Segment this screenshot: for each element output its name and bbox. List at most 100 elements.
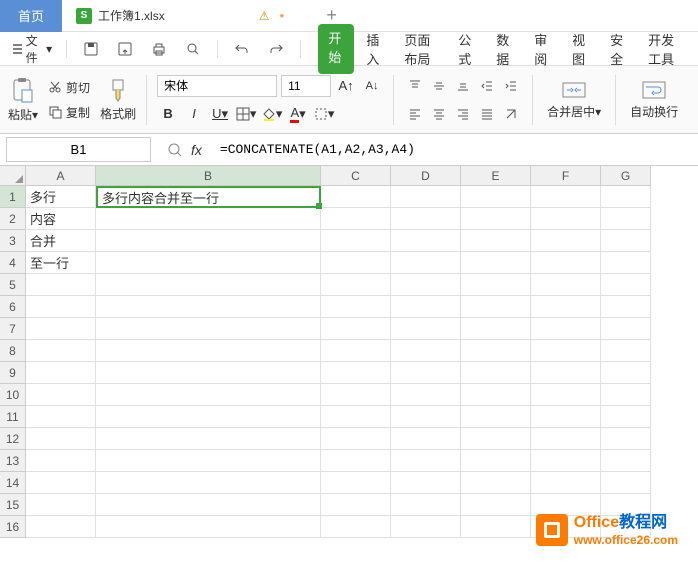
cell[interactable] <box>321 274 391 296</box>
tab-page-layout[interactable]: 页面布局 <box>394 24 446 74</box>
cell[interactable] <box>391 340 461 362</box>
increase-indent-button[interactable] <box>500 75 522 97</box>
cell[interactable] <box>461 450 531 472</box>
tab-insert[interactable]: 插入 <box>356 24 392 74</box>
cell[interactable] <box>531 428 601 450</box>
cell[interactable] <box>461 296 531 318</box>
cell[interactable] <box>531 340 601 362</box>
row-header-1[interactable]: 1 <box>0 186 26 208</box>
cell[interactable] <box>531 208 601 230</box>
cell[interactable] <box>601 252 651 274</box>
cell[interactable] <box>26 450 96 472</box>
cell[interactable] <box>601 318 651 340</box>
cell[interactable] <box>321 494 391 516</box>
font-size-select[interactable] <box>281 75 331 97</box>
cell[interactable] <box>531 362 601 384</box>
cell[interactable] <box>391 274 461 296</box>
row-header-6[interactable]: 6 <box>0 296 26 318</box>
row-header-13[interactable]: 13 <box>0 450 26 472</box>
tab-data[interactable]: 数据 <box>486 24 522 74</box>
underline-button[interactable]: U▾ <box>209 103 231 125</box>
cell[interactable] <box>461 340 531 362</box>
cell[interactable] <box>391 252 461 274</box>
decrease-indent-button[interactable] <box>476 75 498 97</box>
font-color-button[interactable]: A▾ <box>287 103 309 125</box>
col-header-B[interactable]: B <box>96 166 321 186</box>
tab-review[interactable]: 审阅 <box>524 24 560 74</box>
row-header-14[interactable]: 14 <box>0 472 26 494</box>
cell[interactable] <box>531 274 601 296</box>
align-middle-button[interactable] <box>428 75 450 97</box>
tab-view[interactable]: 视图 <box>562 24 598 74</box>
cell[interactable] <box>391 230 461 252</box>
cell[interactable] <box>391 208 461 230</box>
cell-B4[interactable] <box>96 252 321 274</box>
row-header-8[interactable]: 8 <box>0 340 26 362</box>
decrease-font-button[interactable]: A↓ <box>361 75 383 97</box>
cell[interactable] <box>26 340 96 362</box>
cell[interactable] <box>26 406 96 428</box>
col-header-E[interactable]: E <box>461 166 531 186</box>
cell-A1[interactable]: 多行 <box>26 186 96 208</box>
print-button[interactable] <box>145 37 173 61</box>
cell-A4[interactable]: 至一行 <box>26 252 96 274</box>
cell[interactable] <box>461 230 531 252</box>
copy-button[interactable]: 复制 <box>44 102 94 123</box>
cell[interactable] <box>321 318 391 340</box>
cell[interactable] <box>531 406 601 428</box>
cell[interactable] <box>26 516 96 538</box>
align-justify-button[interactable] <box>476 103 498 125</box>
col-header-D[interactable]: D <box>391 166 461 186</box>
cell[interactable] <box>531 384 601 406</box>
align-left-button[interactable] <box>404 103 426 125</box>
row-header-16[interactable]: 16 <box>0 516 26 538</box>
cell[interactable] <box>461 406 531 428</box>
row-header-15[interactable]: 15 <box>0 494 26 516</box>
col-header-F[interactable]: F <box>531 166 601 186</box>
cell[interactable] <box>321 230 391 252</box>
cell[interactable] <box>601 406 651 428</box>
col-header-G[interactable]: G <box>601 166 651 186</box>
cell[interactable] <box>391 296 461 318</box>
cell[interactable] <box>461 494 531 516</box>
cell[interactable] <box>531 472 601 494</box>
cell[interactable] <box>531 252 601 274</box>
cell[interactable] <box>321 406 391 428</box>
cell[interactable] <box>26 274 96 296</box>
row-header-7[interactable]: 7 <box>0 318 26 340</box>
formula-input[interactable] <box>212 138 698 161</box>
cell[interactable] <box>391 472 461 494</box>
cell[interactable] <box>601 340 651 362</box>
cell[interactable] <box>461 252 531 274</box>
align-right-button[interactable] <box>452 103 474 125</box>
cell[interactable] <box>391 406 461 428</box>
col-header-A[interactable]: A <box>26 166 96 186</box>
cell[interactable] <box>96 296 321 318</box>
merge-center-button[interactable]: 合并居中▾ <box>543 75 605 124</box>
cell[interactable] <box>391 516 461 538</box>
tab-workbook[interactable]: S 工作簿1.xlsx <box>62 0 179 32</box>
cell[interactable] <box>601 472 651 494</box>
fx-button[interactable]: fx <box>191 142 202 158</box>
cell[interactable] <box>601 384 651 406</box>
cell[interactable] <box>96 406 321 428</box>
cell[interactable] <box>96 472 321 494</box>
cell[interactable] <box>461 516 531 538</box>
undo-button[interactable] <box>228 38 256 60</box>
row-header-12[interactable]: 12 <box>0 428 26 450</box>
cell[interactable] <box>461 208 531 230</box>
cell[interactable] <box>96 428 321 450</box>
cell[interactable] <box>531 230 601 252</box>
cell[interactable] <box>26 362 96 384</box>
cell[interactable] <box>391 318 461 340</box>
cell[interactable] <box>601 362 651 384</box>
name-box[interactable] <box>6 137 151 162</box>
cell[interactable] <box>601 230 651 252</box>
cell-G1[interactable] <box>601 186 651 208</box>
cell[interactable] <box>96 494 321 516</box>
row-header-10[interactable]: 10 <box>0 384 26 406</box>
cell[interactable] <box>26 472 96 494</box>
cell[interactable] <box>321 296 391 318</box>
cell[interactable] <box>461 362 531 384</box>
cell-B3[interactable] <box>96 230 321 252</box>
